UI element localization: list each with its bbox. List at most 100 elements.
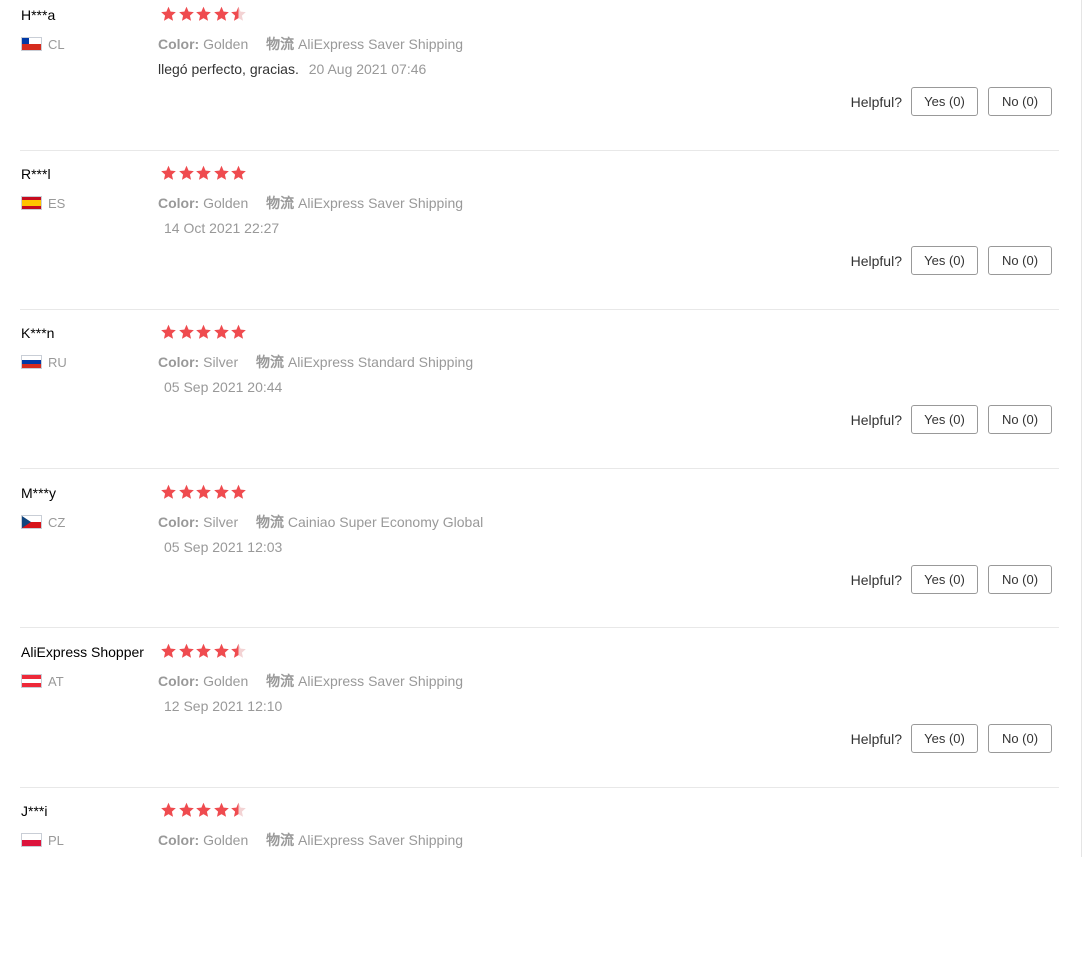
star-full-icon [161, 165, 176, 180]
review-sku-info: Color: Silver 物流 Cainiao Super Economy G… [158, 512, 483, 532]
review-sku-info: Color: Golden 物流 AliExpress Saver Shippi… [158, 671, 463, 691]
review-sku-info: Color: Silver 物流 AliExpress Standard Shi… [158, 352, 473, 372]
review-text: llegó perfecto, gracias. [158, 61, 299, 77]
review-date: 14 Oct 2021 22:27 [164, 220, 280, 236]
star-full-icon [231, 484, 246, 499]
star-rating [160, 324, 248, 342]
star-full-icon [178, 165, 194, 180]
star-full-icon [161, 484, 176, 499]
star-half-icon [231, 643, 246, 658]
star-rating [160, 165, 248, 183]
review-date: 12 Sep 2021 12:10 [164, 698, 283, 714]
reviewer-name: J***i [21, 803, 48, 819]
logistics-value: Cainiao Super Economy Global [287, 514, 484, 530]
helpful-no-button[interactable]: No (0) [988, 724, 1052, 753]
color-label: Color: [158, 673, 200, 689]
helpful-no-button[interactable]: No (0) [988, 565, 1052, 594]
logistics-label: 物流 [266, 195, 295, 211]
reviewer-country: CZ [21, 514, 65, 530]
review-content: 05 Sep 2021 12:03 [158, 539, 282, 555]
star-full-icon [213, 802, 229, 817]
reviewer-country: ES [21, 195, 65, 211]
reviewer-name: H***a [21, 7, 56, 23]
helpful-vote: Helpful? Yes (0) No (0) [851, 246, 1052, 275]
review-item: H***a CL Color: Golden 物流 AliExpress Sav… [0, 0, 1060, 159]
logistics-value: AliExpress Standard Shipping [287, 354, 474, 370]
star-full-icon [196, 6, 211, 21]
review-item: R***l ES Color: Golden 物流 AliExpress Sav… [0, 159, 1060, 318]
star-rating [160, 802, 248, 820]
helpful-vote: Helpful? Yes (0) No (0) [851, 565, 1052, 594]
star-full-icon [213, 6, 229, 21]
star-rating [160, 643, 248, 661]
star-half-icon [231, 6, 246, 21]
color-value: Golden [203, 36, 249, 52]
star-full-icon [231, 165, 246, 180]
star-full-icon [196, 643, 211, 658]
reviewer-country: RU [21, 354, 67, 370]
review-content: llegó perfecto, gracias. 20 Aug 2021 07:… [158, 61, 426, 77]
star-rating [160, 484, 248, 502]
review-item: K***n RU Color: Silver 物流 AliExpress Sta… [0, 318, 1060, 477]
star-full-icon [196, 802, 211, 817]
review-content: 05 Sep 2021 20:44 [158, 379, 282, 395]
flag-russia-icon [21, 355, 42, 369]
reviewer-country: PL [21, 832, 64, 848]
color-label: Color: [158, 195, 200, 211]
review-sku-info: Color: Golden 物流 AliExpress Saver Shippi… [158, 193, 463, 213]
color-label: Color: [158, 36, 200, 52]
star-half-icon [231, 802, 246, 817]
helpful-yes-button[interactable]: Yes (0) [911, 565, 978, 594]
review-item: AliExpress Shopper AT Color: Golden 物流 A… [0, 637, 1060, 796]
review-item: J***i PL Color: Golden 物流 AliExpress Sav… [0, 796, 1060, 955]
helpful-yes-button[interactable]: Yes (0) [911, 246, 978, 275]
review-divider [20, 627, 1059, 628]
logistics-label: 物流 [266, 36, 295, 52]
logistics-label: 物流 [256, 354, 285, 370]
star-full-icon [196, 484, 211, 499]
flag-austria-icon [21, 674, 42, 688]
reviewer-name: K***n [21, 325, 55, 341]
star-full-icon [178, 324, 194, 339]
review-date: 05 Sep 2021 12:03 [164, 539, 283, 555]
review-divider [20, 468, 1059, 469]
star-full-icon [161, 6, 176, 21]
reviewer-country: AT [21, 673, 64, 689]
helpful-no-button[interactable]: No (0) [988, 87, 1052, 116]
star-full-icon [213, 643, 229, 658]
star-full-icon [213, 165, 229, 180]
star-full-icon [178, 802, 194, 817]
flag-czech-icon [21, 515, 42, 529]
review-item: M***y CZ Color: Silver 物流 Cainiao Super … [0, 478, 1060, 637]
helpful-vote: Helpful? Yes (0) No (0) [851, 405, 1052, 434]
helpful-vote: Helpful? Yes (0) No (0) [851, 87, 1052, 116]
country-code: ES [48, 195, 66, 211]
helpful-yes-button[interactable]: Yes (0) [911, 724, 978, 753]
star-full-icon [231, 324, 246, 339]
color-label: Color: [158, 514, 200, 530]
country-code: PL [48, 832, 64, 848]
star-full-icon [178, 484, 194, 499]
review-divider [20, 150, 1059, 151]
review-content: 12 Sep 2021 12:10 [158, 698, 282, 714]
helpful-yes-button[interactable]: Yes (0) [911, 405, 978, 434]
helpful-no-button[interactable]: No (0) [988, 246, 1052, 275]
helpful-yes-button[interactable]: Yes (0) [911, 87, 978, 116]
star-full-icon [161, 802, 176, 817]
star-full-icon [213, 484, 229, 499]
star-full-icon [161, 643, 176, 658]
reviewer-name: M***y [21, 485, 57, 501]
helpful-label: Helpful? [850, 571, 902, 588]
flag-poland-icon [21, 833, 42, 847]
helpful-label: Helpful? [850, 93, 902, 110]
color-label: Color: [158, 354, 200, 370]
helpful-label: Helpful? [850, 252, 902, 269]
review-divider [20, 787, 1059, 788]
helpful-no-button[interactable]: No (0) [988, 405, 1052, 434]
logistics-value: AliExpress Saver Shipping [298, 36, 464, 52]
reviewer-country: CL [21, 36, 65, 52]
country-code: AT [48, 673, 64, 689]
star-full-icon [196, 324, 211, 339]
logistics-label: 物流 [266, 673, 295, 689]
country-code: CZ [48, 514, 66, 530]
